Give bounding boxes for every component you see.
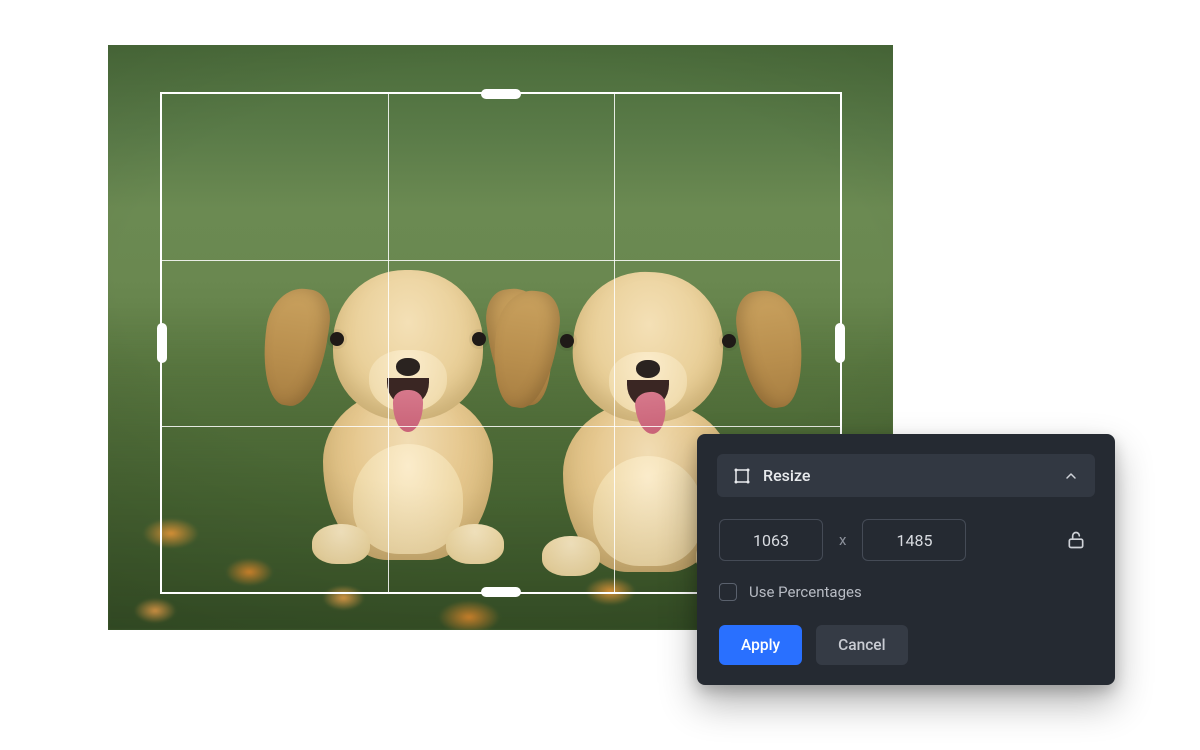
crop-handle-left[interactable] bbox=[157, 323, 167, 363]
dimension-separator: x bbox=[839, 531, 846, 549]
crop-handle-top[interactable] bbox=[481, 89, 521, 99]
resize-panel-header[interactable]: Resize bbox=[717, 454, 1095, 497]
use-percentages-row[interactable]: Use Percentages bbox=[717, 583, 1095, 601]
resize-icon bbox=[733, 467, 751, 485]
panel-button-row: Apply Cancel bbox=[717, 625, 1095, 665]
width-input[interactable] bbox=[719, 519, 823, 561]
aspect-lock-toggle[interactable] bbox=[1059, 523, 1093, 557]
chevron-up-icon[interactable] bbox=[1063, 468, 1079, 484]
crop-handle-bottom[interactable] bbox=[481, 587, 521, 597]
cancel-button[interactable]: Cancel bbox=[816, 625, 907, 665]
height-input[interactable] bbox=[862, 519, 966, 561]
resize-panel-title: Resize bbox=[763, 466, 810, 485]
crop-handle-right[interactable] bbox=[835, 323, 845, 363]
use-percentages-label: Use Percentages bbox=[749, 583, 862, 601]
use-percentages-checkbox[interactable] bbox=[719, 583, 737, 601]
image-subject bbox=[288, 240, 528, 560]
resize-panel: Resize x Use Percentages Apply Cancel bbox=[697, 434, 1115, 685]
unlock-icon bbox=[1066, 530, 1086, 550]
dimensions-row: x bbox=[717, 519, 1095, 561]
apply-button[interactable]: Apply bbox=[719, 625, 802, 665]
